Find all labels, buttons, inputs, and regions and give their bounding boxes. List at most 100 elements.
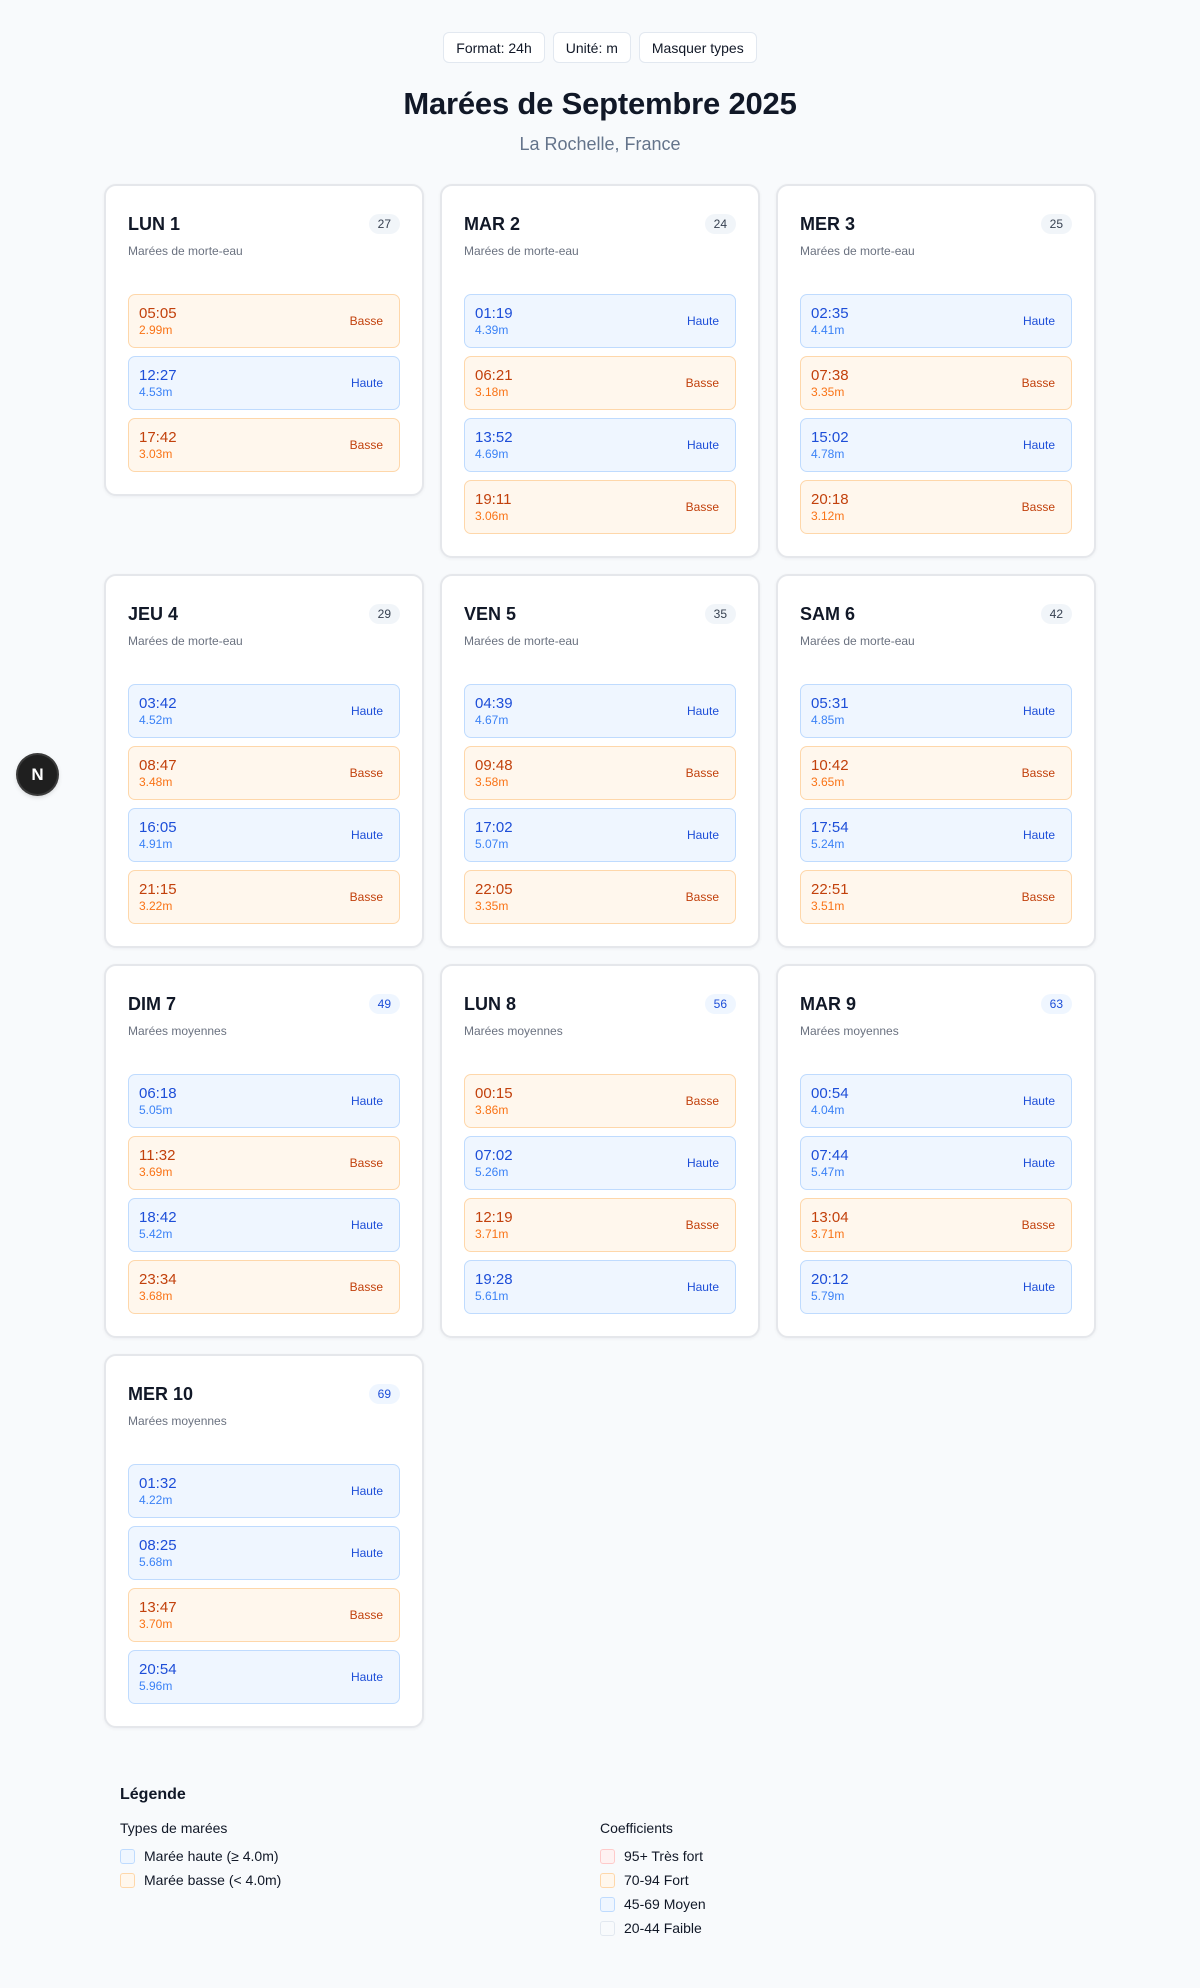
tide-row: 12:27 4.53m Haute [128, 356, 400, 410]
day-name: MER 3 [800, 213, 856, 234]
coefficient-badge: 29 [368, 604, 400, 624]
tide-type-label: Haute [686, 1156, 719, 1170]
tide-time: 20:12 [811, 1271, 849, 1288]
tide-row: 00:15 3.86m Basse [464, 1074, 736, 1128]
hide-types-button[interactable]: Masquer types [638, 32, 757, 63]
tide-type-label: Haute [350, 704, 383, 718]
tide-type-label: Basse [349, 1608, 383, 1622]
tide-height: 5.68m [139, 1555, 173, 1569]
tide-info: 12:27 4.53m [139, 367, 177, 399]
day-card: DIM 7 49 Marées moyennes 06:18 5.05m Haute 11:… [104, 964, 424, 1338]
tide-info: 17:02 5.07m [475, 819, 513, 851]
day-name: LUN 8 [464, 993, 517, 1014]
tide-time: 13:04 [811, 1209, 849, 1226]
legend-label: 70-94 Fort [624, 1872, 689, 1888]
day-grid: LUN 1 27 Marées de morte-eau 05:05 2.99m Bass… [104, 184, 1096, 1728]
tide-height: 4.39m [475, 323, 509, 337]
tide-type-label: Basse [1021, 376, 1055, 390]
tide-type-label: Haute [1022, 704, 1055, 718]
tide-height: 5.61m [475, 1289, 509, 1303]
tide-list: 01:32 4.22m Haute 08:25 5.68m Haute 13:47 3.70m… [128, 1464, 400, 1704]
tide-info: 02:35 4.41m [811, 305, 849, 337]
tide-info: 13:52 4.69m [475, 429, 513, 461]
tide-time: 20:18 [811, 491, 849, 508]
tide-time: 12:19 [475, 1209, 513, 1226]
tide-height: 3.65m [811, 775, 845, 789]
day-tide-type: Marées de morte-eau [800, 634, 915, 648]
format-button[interactable]: Format: 24h [443, 32, 545, 63]
nextjs-icon[interactable]: N [18, 755, 57, 794]
tide-type-label: Basse [1021, 500, 1055, 514]
tide-info: 06:18 5.05m [139, 1085, 177, 1117]
tide-time: 00:54 [811, 1085, 849, 1102]
tide-time: 13:47 [139, 1599, 177, 1616]
tide-type-label: Haute [686, 1280, 719, 1294]
legend-item: Marée haute (≥ 4.0m) [120, 1844, 600, 1868]
tide-height: 5.42m [139, 1227, 173, 1241]
tide-row: 19:28 5.61m Haute [464, 1260, 736, 1314]
day-card: LUN 1 27 Marées de morte-eau 05:05 2.99m Bass… [104, 184, 424, 496]
day-tide-type: Marées de morte-eau [800, 244, 915, 258]
day-card: SAM 6 42 Marées de morte-eau 05:31 4.85m Haut… [776, 574, 1096, 948]
tide-time: 20:54 [139, 1661, 177, 1678]
tide-time: 06:18 [139, 1085, 177, 1102]
tide-list: 00:15 3.86m Basse 07:02 5.26m Haute 12:19 3.71m… [464, 1074, 736, 1314]
tide-type-label: Basse [349, 438, 383, 452]
day-name: MAR 9 [800, 993, 857, 1014]
tide-list: 00:54 4.04m Haute 07:44 5.47m Haute 13:04 3.71m… [800, 1074, 1072, 1314]
tide-time: 21:15 [139, 881, 177, 898]
tide-time: 06:21 [475, 367, 513, 384]
tide-info: 05:31 4.85m [811, 695, 849, 727]
tide-row: 07:38 3.35m Basse [800, 356, 1072, 410]
tide-time: 04:39 [475, 695, 513, 712]
tide-height: 4.53m [139, 385, 173, 399]
tide-height: 3.03m [139, 447, 173, 461]
tide-row: 05:05 2.99m Basse [128, 294, 400, 348]
tide-info: 17:54 5.24m [811, 819, 849, 851]
day-card: MER 3 25 Marées de morte-eau 02:35 4.41m Haut… [776, 184, 1096, 558]
tide-height: 5.05m [139, 1103, 173, 1117]
tide-info: 07:44 5.47m [811, 1147, 849, 1179]
day-tide-type: Marées de morte-eau [464, 634, 579, 648]
tide-row: 12:19 3.71m Basse [464, 1198, 736, 1252]
tide-type-label: Basse [1021, 1218, 1055, 1232]
tide-time: 22:51 [811, 881, 849, 898]
tide-type-label: Haute [686, 704, 719, 718]
day-header: MAR 2 24 [464, 212, 736, 236]
day-card: MAR 2 24 Marées de morte-eau 01:19 4.39m Haut… [440, 184, 760, 558]
coefficient-badge: 24 [704, 214, 736, 234]
tide-row: 13:47 3.70m Basse [128, 1588, 400, 1642]
tide-time: 17:42 [139, 429, 177, 446]
tide-info: 07:38 3.35m [811, 367, 849, 399]
tide-info: 01:32 4.22m [139, 1475, 177, 1507]
tide-time: 19:11 [475, 491, 512, 508]
tide-info: 18:42 5.42m [139, 1209, 177, 1241]
unit-button[interactable]: Unité: m [552, 32, 631, 63]
day-header: MER 10 69 [128, 1382, 400, 1406]
tide-type-label: Basse [1021, 890, 1055, 904]
tide-type-label: Basse [685, 890, 719, 904]
tide-type-label: Haute [1022, 314, 1055, 328]
tide-type-label: Haute [350, 1546, 383, 1560]
coefficient-badge: 49 [368, 994, 400, 1014]
tide-height: 3.35m [475, 899, 509, 913]
tide-info: 00:54 4.04m [811, 1085, 849, 1117]
legend-swatch [600, 1872, 615, 1888]
tide-height: 4.41m [811, 323, 845, 337]
tide-list: 02:35 4.41m Haute 07:38 3.35m Basse 15:02 4.78m… [800, 294, 1072, 534]
tide-info: 12:19 3.71m [475, 1209, 513, 1241]
day-name: SAM 6 [800, 603, 856, 624]
day-tide-type: Marées moyennes [464, 1024, 563, 1038]
tide-row: 01:32 4.22m Haute [128, 1464, 400, 1518]
tide-height: 3.51m [811, 899, 845, 913]
tide-type-label: Haute [686, 314, 719, 328]
tide-row: 01:19 4.39m Haute [464, 294, 736, 348]
tide-row: 05:31 4.85m Haute [800, 684, 1072, 738]
legend-title: Légende [120, 1786, 186, 1803]
tide-info: 06:21 3.18m [475, 367, 513, 399]
tide-row: 23:34 3.68m Basse [128, 1260, 400, 1314]
tide-type-label: Haute [1022, 1156, 1055, 1170]
tide-row: 17:42 3.03m Basse [128, 418, 400, 472]
legend-item: 70-94 Fort [600, 1868, 1080, 1892]
tide-row: 18:42 5.42m Haute [128, 1198, 400, 1252]
